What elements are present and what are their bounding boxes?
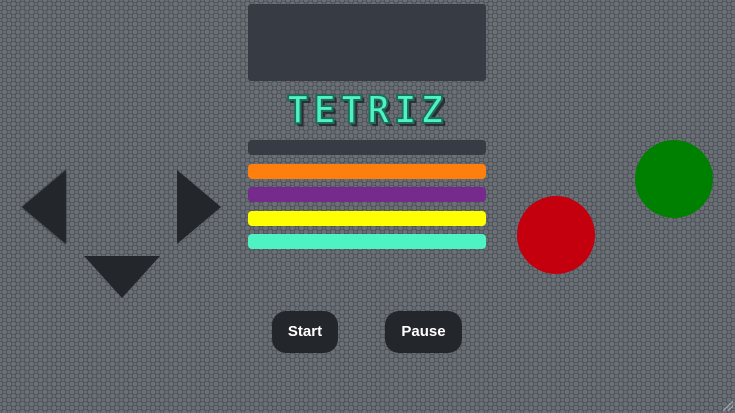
color-bar-teal [248, 234, 486, 249]
arrow-right-icon[interactable] [177, 170, 221, 244]
color-bar-dark [248, 140, 486, 155]
pause-button[interactable]: Pause [385, 311, 462, 353]
color-bar-yellow [248, 211, 486, 226]
start-button[interactable]: Start [272, 311, 338, 353]
arrow-down-icon[interactable] [84, 256, 160, 298]
arrow-left-icon[interactable] [22, 170, 66, 244]
color-bar-purple [248, 187, 486, 202]
resize-handle-icon[interactable] [723, 401, 733, 411]
green-action-button[interactable] [635, 140, 713, 218]
color-bar-orange [248, 164, 486, 179]
red-action-button[interactable] [517, 196, 595, 274]
game-screen [248, 4, 486, 81]
game-title: TETRIZ [285, 87, 448, 133]
